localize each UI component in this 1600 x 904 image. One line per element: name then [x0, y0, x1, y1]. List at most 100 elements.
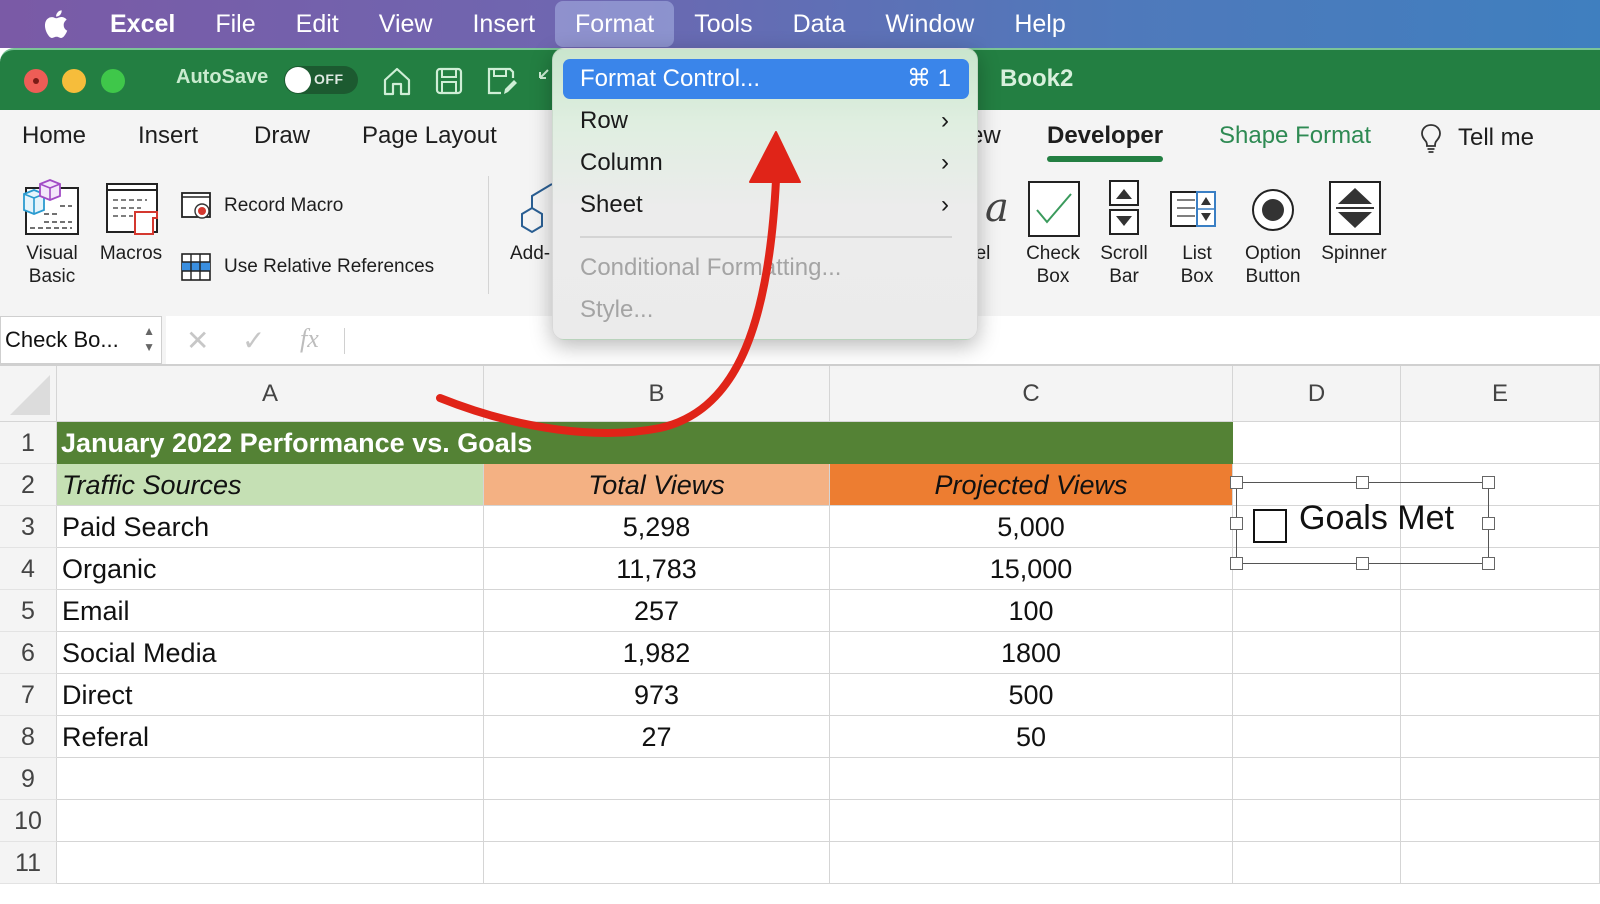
- cell[interactable]: [57, 842, 484, 884]
- header-cell-total-views[interactable]: Total Views: [484, 464, 830, 506]
- table-cell[interactable]: Organic: [57, 548, 484, 590]
- cell[interactable]: [830, 800, 1233, 842]
- goals-met-checkbox-control[interactable]: Goals Met: [1230, 476, 1495, 570]
- cell[interactable]: [57, 758, 484, 800]
- table-cell[interactable]: 11,783: [484, 548, 830, 590]
- close-window-button[interactable]: [24, 69, 48, 93]
- table-cell[interactable]: Paid Search: [57, 506, 484, 548]
- name-box[interactable]: Check Bo... ▲ ▼: [0, 316, 162, 364]
- save-icon[interactable]: [432, 64, 466, 98]
- table-cell[interactable]: 27: [484, 716, 830, 758]
- zoom-window-button[interactable]: [101, 69, 125, 93]
- column-header-a[interactable]: A: [57, 366, 484, 422]
- formula-input[interactable]: [356, 316, 1600, 364]
- menu-tools[interactable]: Tools: [674, 1, 772, 47]
- macros-button[interactable]: Macros: [94, 178, 168, 265]
- row-header[interactable]: 3: [0, 506, 57, 548]
- table-cell[interactable]: 1800: [830, 632, 1233, 674]
- visual-basic-button[interactable]: Visual Basic: [18, 178, 86, 288]
- row-header[interactable]: 10: [0, 800, 57, 842]
- table-cell[interactable]: 5,000: [830, 506, 1233, 548]
- resize-handle-e[interactable]: [1482, 517, 1495, 530]
- menu-file[interactable]: File: [195, 1, 275, 47]
- table-cell[interactable]: Email: [57, 590, 484, 632]
- table-cell[interactable]: Referal: [57, 716, 484, 758]
- name-box-stepper-icon[interactable]: ▲ ▼: [143, 323, 155, 355]
- table-cell[interactable]: 15,000: [830, 548, 1233, 590]
- row-header[interactable]: 5: [0, 590, 57, 632]
- goals-met-checkbox[interactable]: [1253, 509, 1287, 543]
- option-button-control-button[interactable]: Option Button: [1238, 178, 1308, 288]
- table-cell[interactable]: 500: [830, 674, 1233, 716]
- home-icon[interactable]: [380, 64, 414, 98]
- cell[interactable]: [1401, 632, 1600, 674]
- table-cell[interactable]: 257: [484, 590, 830, 632]
- column-header-c[interactable]: C: [830, 366, 1233, 422]
- check-box-control-button[interactable]: Check Box: [1020, 178, 1086, 288]
- use-relative-references-button[interactable]: Use Relative References: [180, 252, 434, 282]
- resize-handle-s[interactable]: [1356, 557, 1369, 570]
- menu-help[interactable]: Help: [994, 1, 1085, 47]
- table-cell[interactable]: Social Media: [57, 632, 484, 674]
- cell[interactable]: [1233, 800, 1401, 842]
- column-header-b[interactable]: B: [484, 366, 830, 422]
- menu-view[interactable]: View: [359, 1, 453, 47]
- header-cell-projected-views[interactable]: Projected Views: [830, 464, 1233, 506]
- resize-handle-nw[interactable]: [1230, 476, 1243, 489]
- cancel-entry-icon[interactable]: ✕: [186, 324, 209, 357]
- resize-handle-se[interactable]: [1482, 557, 1495, 570]
- table-cell[interactable]: 100: [830, 590, 1233, 632]
- tell-me-search[interactable]: Tell me: [1418, 122, 1534, 154]
- cell[interactable]: [1233, 716, 1401, 758]
- resize-handle-w[interactable]: [1230, 517, 1243, 530]
- cell[interactable]: [1401, 758, 1600, 800]
- menu-format[interactable]: Format: [555, 1, 675, 47]
- autosave-toggle[interactable]: OFF: [284, 66, 358, 94]
- menu-item-column[interactable]: Column ›: [563, 143, 969, 183]
- cell[interactable]: [1401, 422, 1600, 464]
- row-header[interactable]: 7: [0, 674, 57, 716]
- resize-handle-sw[interactable]: [1230, 557, 1243, 570]
- spinner-control-button[interactable]: Spinner: [1316, 178, 1392, 265]
- table-cell[interactable]: Direct: [57, 674, 484, 716]
- list-box-control-button[interactable]: List Box: [1166, 178, 1228, 288]
- menu-item-row[interactable]: Row ›: [563, 101, 969, 141]
- table-cell[interactable]: 1,982: [484, 632, 830, 674]
- menu-item-format-control[interactable]: Format Control... ⌘ 1: [563, 59, 969, 99]
- cell[interactable]: [484, 800, 830, 842]
- row-header[interactable]: 9: [0, 758, 57, 800]
- resize-handle-n[interactable]: [1356, 476, 1369, 489]
- cell[interactable]: [1401, 800, 1600, 842]
- cell[interactable]: [1233, 422, 1401, 464]
- apple-menu[interactable]: [0, 8, 110, 40]
- cell[interactable]: [1233, 590, 1401, 632]
- cell[interactable]: [484, 842, 830, 884]
- tab-developer[interactable]: Developer: [1047, 122, 1164, 162]
- cell[interactable]: [1401, 674, 1600, 716]
- tab-shape-format[interactable]: Shape Format: [1219, 122, 1371, 150]
- cell[interactable]: [1401, 716, 1600, 758]
- row-header[interactable]: 2: [0, 464, 57, 506]
- cell[interactable]: [484, 758, 830, 800]
- confirm-entry-icon[interactable]: ✓: [242, 324, 265, 357]
- insert-function-icon[interactable]: fx: [300, 324, 319, 354]
- cell[interactable]: [830, 842, 1233, 884]
- menu-excel[interactable]: Excel: [110, 1, 195, 47]
- column-header-d[interactable]: D: [1233, 366, 1401, 422]
- tab-draw[interactable]: Draw: [254, 122, 310, 150]
- select-all-button[interactable]: [0, 366, 57, 422]
- row-header[interactable]: 8: [0, 716, 57, 758]
- cell[interactable]: [1233, 632, 1401, 674]
- menu-window[interactable]: Window: [865, 1, 994, 47]
- menu-insert[interactable]: Insert: [452, 1, 555, 47]
- header-cell-traffic-sources[interactable]: Traffic Sources: [57, 464, 484, 506]
- menu-item-sheet[interactable]: Sheet ›: [563, 185, 969, 225]
- cell[interactable]: [57, 800, 484, 842]
- column-header-e[interactable]: E: [1401, 366, 1600, 422]
- cell[interactable]: [1233, 674, 1401, 716]
- menu-edit[interactable]: Edit: [276, 1, 359, 47]
- row-header[interactable]: 1: [0, 422, 57, 464]
- tab-page-layout[interactable]: Page Layout: [362, 122, 497, 150]
- title-cell-a1[interactable]: January 2022 Performance vs. Goals: [57, 422, 1233, 464]
- table-cell[interactable]: 50: [830, 716, 1233, 758]
